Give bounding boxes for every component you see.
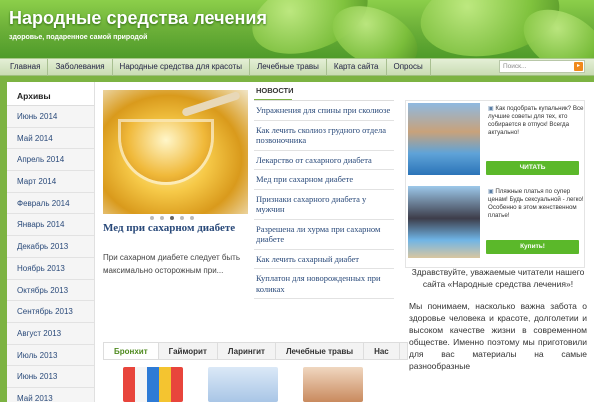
person-thumbnail[interactable]: [303, 367, 363, 402]
news-item[interactable]: Мед при сахарном диабете: [254, 170, 394, 190]
archive-item[interactable]: Август 2013: [7, 323, 94, 345]
ad-item[interactable]: ▣ Пляжные платья по супер ценам! Будь се…: [406, 184, 584, 267]
ad-text-2: Пляжные платья по супер ценам! Будь секс…: [488, 188, 584, 219]
pills-thumbnail[interactable]: [123, 367, 183, 402]
archive-sidebar: Архивы Июнь 2014 Май 2014 Апрель 2014 Ма…: [7, 82, 95, 402]
nav-item-herbs[interactable]: Лечебные травы: [250, 58, 327, 76]
news-item[interactable]: Упражнения для спины при сколиозе: [254, 101, 394, 121]
nav-item-sitemap[interactable]: Карта сайта: [327, 58, 387, 76]
ad-text: ▣ Пляжные платья по супер ценам! Будь се…: [488, 188, 584, 220]
tab-more[interactable]: Нас: [364, 343, 400, 359]
search-input[interactable]: Поиск... ▸: [499, 60, 585, 73]
feature-title[interactable]: Мед при сахарном диабете: [103, 222, 248, 234]
doctor-thumbnail[interactable]: [208, 367, 278, 402]
archive-item[interactable]: Май 2014: [7, 128, 94, 150]
site-subtitle: здоровье, подаренное самой природой: [9, 34, 148, 41]
honey-cup-graphic: [121, 122, 211, 182]
slider-dot[interactable]: [180, 216, 184, 220]
tab-herbs[interactable]: Лечебные травы: [276, 343, 365, 359]
archive-item[interactable]: Октябрь 2013: [7, 280, 94, 302]
ad-item[interactable]: ▣ Как подобрать купальник? Все лучшие со…: [406, 101, 584, 184]
ad-block: ▣ Как подобрать купальник? Все лучшие со…: [405, 100, 585, 268]
news-item[interactable]: Разрешена ли хурма при сахарном диабете: [254, 220, 394, 250]
archive-item[interactable]: Январь 2014: [7, 214, 94, 237]
welcome-greeting: Здравствуйте, уважаемые читатели нашего …: [411, 267, 585, 289]
feature-excerpt: При сахарном диабете следует быть максим…: [103, 253, 240, 275]
archive-item[interactable]: Февраль 2014: [7, 193, 94, 215]
nav-item-beauty[interactable]: Народные средства для красоты: [113, 58, 250, 76]
site-header: Народные средства лечения здоровье, пода…: [0, 0, 594, 58]
read-button[interactable]: ЧИТАТЬ: [486, 161, 579, 175]
archive-item[interactable]: Апрель 2014: [7, 149, 94, 172]
page-content: Архивы Июнь 2014 Май 2014 Апрель 2014 Ма…: [7, 82, 594, 402]
nav-item-diseases[interactable]: Заболевания: [48, 58, 113, 76]
news-list: НОВОСТИ Упражнения для спины при сколиоз…: [254, 86, 394, 299]
ad-image-dress[interactable]: [408, 186, 480, 258]
ad-text-1: Как подобрать купальник? Все лучшие сове…: [488, 105, 584, 136]
tab-thumbnails: [103, 363, 408, 402]
tab-bronchitis[interactable]: Бронхит: [104, 343, 159, 359]
buy-button[interactable]: Купить!: [486, 240, 579, 254]
archive-item[interactable]: Июль 2013: [7, 345, 94, 367]
category-tabs: Бронхит Гайморит Ларингит Лечебные травы…: [103, 342, 408, 360]
archive-item[interactable]: Май 2013: [7, 388, 94, 402]
archive-item[interactable]: Декабрь 2013: [7, 236, 94, 258]
news-heading: НОВОСТИ: [254, 86, 294, 101]
tab-laryngitis[interactable]: Ларингит: [218, 343, 276, 359]
slider-dot[interactable]: [150, 216, 154, 220]
search-icon[interactable]: ▸: [574, 62, 583, 71]
nav-item-home[interactable]: Главная: [3, 58, 49, 76]
welcome-body: Мы понимаем, насколько важна забота о зд…: [409, 301, 587, 371]
archive-item[interactable]: Март 2014: [7, 171, 94, 193]
archive-item[interactable]: Ноябрь 2013: [7, 258, 94, 280]
slider-dot[interactable]: [160, 216, 164, 220]
nav-item-polls[interactable]: Опросы: [387, 58, 431, 76]
archive-item[interactable]: Сентябрь 2013: [7, 301, 94, 323]
slider-dot[interactable]: [190, 216, 194, 220]
news-item[interactable]: Как лечить сахарный диабет: [254, 250, 394, 269]
news-item[interactable]: Как лечить сколиоз грудного отдела позво…: [254, 121, 394, 151]
news-item[interactable]: Признаки сахарного диабета у мужчин: [254, 190, 394, 220]
feature-image-honey[interactable]: [103, 90, 248, 214]
tab-sinusitis[interactable]: Гайморит: [159, 343, 218, 359]
ad-text: ▣ Как подобрать купальник? Все лучшие со…: [488, 105, 584, 137]
news-item[interactable]: Куплатон для новорожденных при коликах: [254, 269, 394, 299]
spoon-graphic: [181, 90, 241, 118]
search-placeholder: Поиск...: [503, 63, 527, 70]
news-item[interactable]: Лекарство от сахарного диабета: [254, 151, 394, 170]
slider-dots: [150, 216, 194, 220]
archive-item[interactable]: Июнь 2014: [7, 106, 94, 128]
archive-item[interactable]: Июнь 2013: [7, 366, 94, 388]
welcome-text: Здравствуйте, уважаемые читатели нашего …: [409, 266, 587, 372]
ad-image-swimsuit[interactable]: [408, 103, 480, 175]
site-title[interactable]: Народные средства лечения: [9, 8, 267, 29]
slider-dot[interactable]: [170, 216, 174, 220]
archive-title: Архивы: [7, 82, 94, 106]
